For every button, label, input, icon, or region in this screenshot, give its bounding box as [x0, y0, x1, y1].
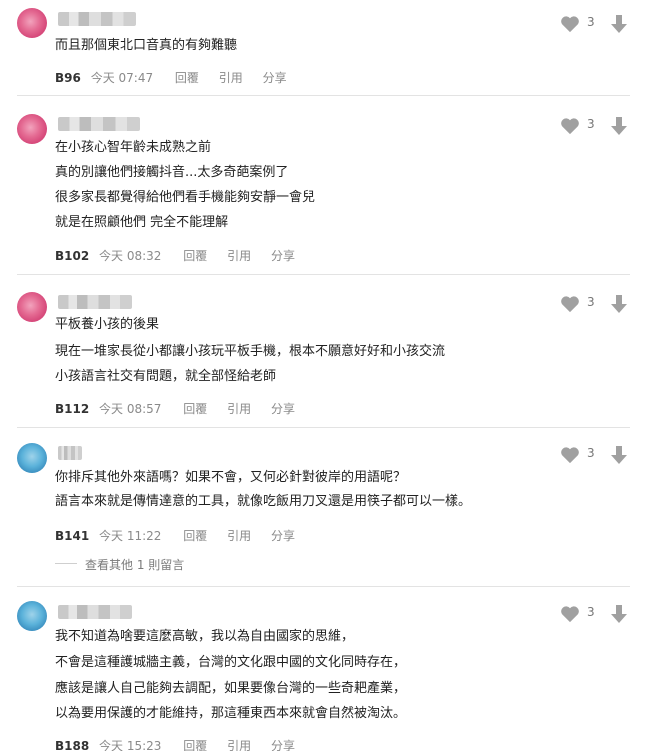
comment-line: 平板養小孩的後果: [55, 317, 160, 332]
reply-button[interactable]: 回覆: [175, 71, 199, 85]
divider: [17, 274, 630, 275]
share-button[interactable]: 分享: [271, 529, 295, 543]
reply-button[interactable]: 回覆: [183, 529, 207, 543]
heart-icon[interactable]: [560, 117, 580, 135]
floor-number: B96: [55, 71, 81, 85]
comment-line: 小孩語言社交有問題，就全部怪給老師: [55, 369, 277, 384]
floor-number: B102: [55, 249, 90, 263]
comment-meta: B102 今天 08:32 回覆 引用 分享: [55, 247, 299, 264]
comment-line: 很多家長都覺得給他們看手機能夠安靜一會兒: [55, 190, 316, 205]
comment-line: 真的別讓他們接觸抖音...太多奇葩案例了: [55, 165, 289, 180]
avatar[interactable]: [17, 114, 47, 144]
comment-line: 應該是讓人自己能夠去調配，如果要像台灣的一些奇耙產業，: [55, 681, 407, 696]
arrow-down-icon[interactable]: [610, 604, 628, 624]
comment-line: 而且那個東北口音真的有夠難聽: [55, 38, 238, 53]
floor-number: B141: [55, 529, 90, 543]
like-count: 3: [587, 117, 595, 131]
like-count: 3: [587, 15, 595, 29]
share-button[interactable]: 分享: [263, 71, 287, 85]
more-replies-link[interactable]: 查看其他 1 則留言: [85, 556, 184, 573]
timestamp: 今天 11:22: [99, 529, 162, 543]
floor-number: B112: [55, 402, 90, 416]
username-blurred[interactable]: [58, 605, 132, 619]
arrow-down-icon[interactable]: [610, 294, 628, 314]
heart-icon[interactable]: [560, 295, 580, 313]
share-button[interactable]: 分享: [271, 739, 295, 751]
arrow-down-icon[interactable]: [610, 116, 628, 136]
like-count: 3: [587, 605, 595, 619]
timestamp: 今天 08:57: [99, 402, 162, 416]
heart-icon[interactable]: [560, 605, 580, 623]
comment-line: 就是在照顧他們 完全不能理解: [55, 215, 229, 230]
avatar[interactable]: [17, 443, 47, 473]
avatar[interactable]: [17, 292, 47, 322]
divider: [17, 95, 630, 96]
comment-meta: B188 今天 15:23 回覆 引用 分享: [55, 737, 299, 751]
divider: [17, 427, 630, 428]
comment-meta: B141 今天 11:22 回覆 引用 分享: [55, 527, 299, 544]
comment-line: 現在一堆家長從小都讓小孩玩平板手機，根本不願意好好和小孩交流: [55, 344, 446, 359]
quote-button[interactable]: 引用: [219, 71, 243, 85]
timestamp: 今天 08:32: [99, 249, 162, 263]
arrow-down-icon[interactable]: [610, 445, 628, 465]
quote-button[interactable]: 引用: [227, 402, 251, 416]
arrow-down-icon[interactable]: [610, 14, 628, 34]
comment-line: 我不知道為啥要這麼高敏，我以為自由國家的思維，: [55, 629, 355, 644]
reply-button[interactable]: 回覆: [183, 402, 207, 416]
floor-number: B188: [55, 739, 90, 751]
username-blurred[interactable]: [58, 446, 82, 460]
username-blurred[interactable]: [58, 295, 132, 309]
heart-icon[interactable]: [560, 446, 580, 464]
comment-line: 在小孩心智年齡未成熟之前: [55, 140, 212, 155]
quote-button[interactable]: 引用: [227, 529, 251, 543]
timestamp: 今天 15:23: [99, 739, 162, 751]
quote-button[interactable]: 引用: [227, 249, 251, 263]
share-button[interactable]: 分享: [271, 402, 295, 416]
heart-icon[interactable]: [560, 15, 580, 33]
more-replies-line: [55, 563, 77, 564]
comment-meta: B112 今天 08:57 回覆 引用 分享: [55, 400, 299, 417]
username-blurred[interactable]: [58, 117, 140, 131]
comment-line: 不會是這種護城牆主義，台灣的文化跟中國的文化同時存在，: [55, 655, 407, 670]
avatar[interactable]: [17, 601, 47, 631]
share-button[interactable]: 分享: [271, 249, 295, 263]
comment-line: 以為要用保護的才能維持，那這種東西本來就會自然被淘汰。: [55, 706, 407, 721]
avatar[interactable]: [17, 8, 47, 38]
like-count: 3: [587, 295, 595, 309]
username-blurred[interactable]: [58, 12, 136, 26]
like-count: 3: [587, 446, 595, 460]
reply-button[interactable]: 回覆: [183, 739, 207, 751]
reply-button[interactable]: 回覆: [183, 249, 207, 263]
quote-button[interactable]: 引用: [227, 739, 251, 751]
timestamp: 今天 07:47: [90, 71, 154, 85]
comment-line: 語言本來就是傳情達意的工具，就像吃飯用刀叉還是用筷子都可以一樣。: [55, 494, 472, 509]
comment-meta: B96 今天 07:47 回覆 引用 分享: [55, 69, 291, 86]
divider: [17, 586, 630, 587]
comment-line: 你排斥其他外來語嗎？如果不會，又何必針對彼岸的用語呢？: [55, 470, 407, 485]
